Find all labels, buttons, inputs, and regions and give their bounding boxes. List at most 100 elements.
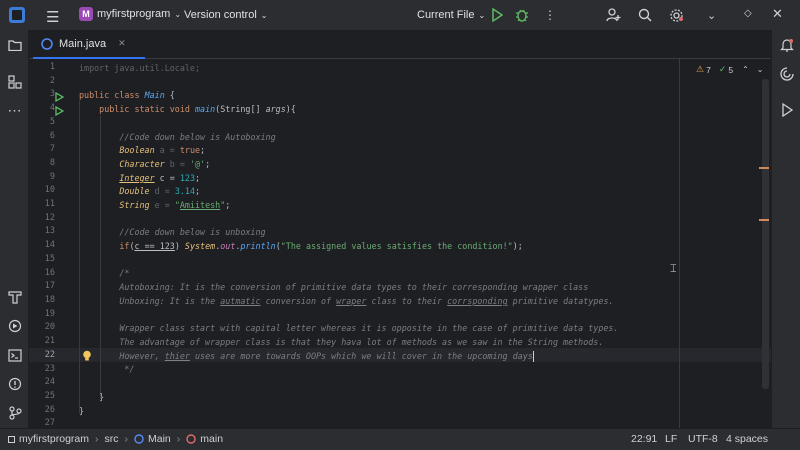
comment-text: primitive datatypes.	[507, 296, 614, 306]
typo-word: corrsponding	[447, 296, 508, 306]
run-config-label: Current File	[417, 9, 475, 21]
literal: true	[179, 145, 201, 155]
project-name: myfirstprogram	[97, 8, 171, 20]
project-widget[interactable]: M myfirstprogram ⌄	[79, 7, 181, 21]
line-number: 25	[44, 391, 55, 401]
line-number: 10	[44, 185, 55, 195]
breadcrumb-class[interactable]: Main	[148, 433, 171, 445]
add-user-icon[interactable]	[606, 8, 621, 25]
line-number: 5	[49, 117, 55, 127]
ide-logo-icon[interactable]	[9, 7, 25, 23]
comment-text: uses are more towards OOPs which we will…	[189, 351, 533, 361]
typo-word: autmatic	[220, 296, 261, 306]
literal: 123	[179, 173, 195, 183]
services-icon[interactable]	[0, 315, 29, 337]
git-icon[interactable]	[0, 402, 29, 424]
typo-word: thier	[164, 351, 190, 361]
chevron-down-icon: ⌄	[478, 10, 486, 20]
line-separator[interactable]: LF	[665, 433, 677, 445]
ai-assistant-icon[interactable]	[772, 63, 800, 85]
notifications-icon[interactable]	[772, 34, 800, 56]
breadcrumb-method[interactable]: main	[200, 433, 223, 445]
inspection-widget[interactable]: ⚠ 7 ✓ 5 ⌃ ⌄	[696, 64, 764, 75]
settings-icon[interactable]	[669, 8, 684, 26]
warning-marker[interactable]	[759, 167, 769, 169]
comment-line: /*	[79, 268, 130, 278]
search-icon[interactable]	[638, 8, 652, 25]
type: Double	[119, 186, 150, 196]
punct: )	[174, 241, 185, 251]
comment-line: Wrapper class start with capital letter …	[79, 323, 619, 333]
warning-marker[interactable]	[759, 219, 769, 221]
type: Character	[119, 159, 165, 169]
chevron-right-icon: ›	[176, 433, 181, 445]
main-menu-icon[interactable]: ☰	[46, 8, 59, 26]
class-ref: System	[184, 241, 216, 251]
code-editor[interactable]: 1 2 3 4 5 6 7 8 9 10 11 12 13 14 15 16 1…	[29, 59, 771, 428]
method-name: main	[194, 104, 216, 114]
code-line: public class Main {	[79, 88, 175, 102]
left-tool-window-bar: ⋯	[0, 30, 29, 428]
param-name: args	[265, 104, 286, 114]
text-caret	[532, 351, 534, 362]
run-config-widget[interactable]: Current File ⌄	[417, 9, 485, 21]
gutter: 1 2 3 4 5 6 7 8 9 10 11 12 13 14 15 16 1…	[29, 59, 91, 428]
field: out	[220, 241, 236, 251]
run-icon[interactable]	[491, 7, 504, 25]
build-icon[interactable]	[0, 286, 29, 308]
chevron-right-icon: ›	[95, 433, 99, 445]
code-line: Boolean a = true;	[79, 143, 205, 157]
keyword: public static void	[79, 104, 195, 114]
breadcrumb-src[interactable]: src	[105, 433, 119, 445]
line-number: 23	[44, 364, 55, 374]
line-number: 14	[44, 240, 55, 250]
punct: ){	[285, 104, 296, 114]
debug-icon[interactable]	[515, 8, 529, 25]
problems-icon[interactable]	[0, 373, 29, 395]
minimize-icon[interactable]: ◇	[744, 8, 752, 19]
more-tools-icon[interactable]: ⋯	[0, 99, 29, 121]
method-icon	[186, 434, 196, 444]
more-options-icon[interactable]: ⋮	[544, 8, 556, 22]
line-number: 6	[49, 131, 55, 141]
chevron-down-icon[interactable]: ⌄	[757, 65, 764, 74]
breadcrumb-project[interactable]: myfirstprogram	[19, 433, 89, 445]
punct: );	[512, 241, 523, 251]
run-panel-icon[interactable]	[772, 99, 800, 121]
status-bar: myfirstprogram › src › Main › main 22:91…	[0, 428, 800, 450]
code-line: if(c == 123) System.out.println("The ass…	[79, 239, 523, 253]
run-gutter-icon[interactable]	[55, 103, 65, 121]
chevron-up-icon[interactable]: ⌃	[742, 65, 749, 74]
line-number: 27	[44, 418, 55, 428]
chevron-right-icon: ›	[124, 433, 129, 445]
tab-main-java[interactable]: Main.java ✕	[33, 30, 145, 59]
close-tab-icon[interactable]: ✕	[118, 38, 126, 49]
folder-icon[interactable]	[0, 34, 29, 56]
indent-setting[interactable]: 4 spaces	[726, 433, 768, 445]
close-icon[interactable]: ✕	[772, 6, 783, 22]
punct: ;	[195, 173, 201, 183]
terminal-icon[interactable]	[0, 344, 29, 366]
keyword: public class	[79, 90, 145, 100]
check-icon: ✓	[718, 64, 727, 74]
right-margin-guide	[679, 59, 680, 428]
structure-icon[interactable]	[0, 71, 29, 93]
warning-count: 7	[706, 64, 711, 75]
line-number: 7	[49, 144, 55, 154]
caret-position[interactable]: 22:91	[631, 433, 657, 445]
code-line: }	[79, 406, 85, 416]
chevron-down-icon: ⌄	[260, 10, 268, 20]
line-number: 9	[49, 172, 55, 182]
vcs-label: Version control	[184, 9, 257, 21]
chevron-down-icon[interactable]: ⌄	[707, 9, 716, 22]
condition: c == 123	[134, 241, 175, 251]
line-number: 12	[44, 213, 55, 223]
vertical-scrollbar[interactable]	[762, 79, 769, 389]
literal: Amiitesh	[179, 200, 221, 210]
file-encoding[interactable]: UTF-8	[688, 433, 718, 445]
vcs-widget[interactable]: Version control ⌄	[184, 9, 267, 21]
code-area[interactable]: import java.util.Locale; public class Ma…	[79, 59, 719, 428]
line-number: 19	[44, 309, 55, 319]
